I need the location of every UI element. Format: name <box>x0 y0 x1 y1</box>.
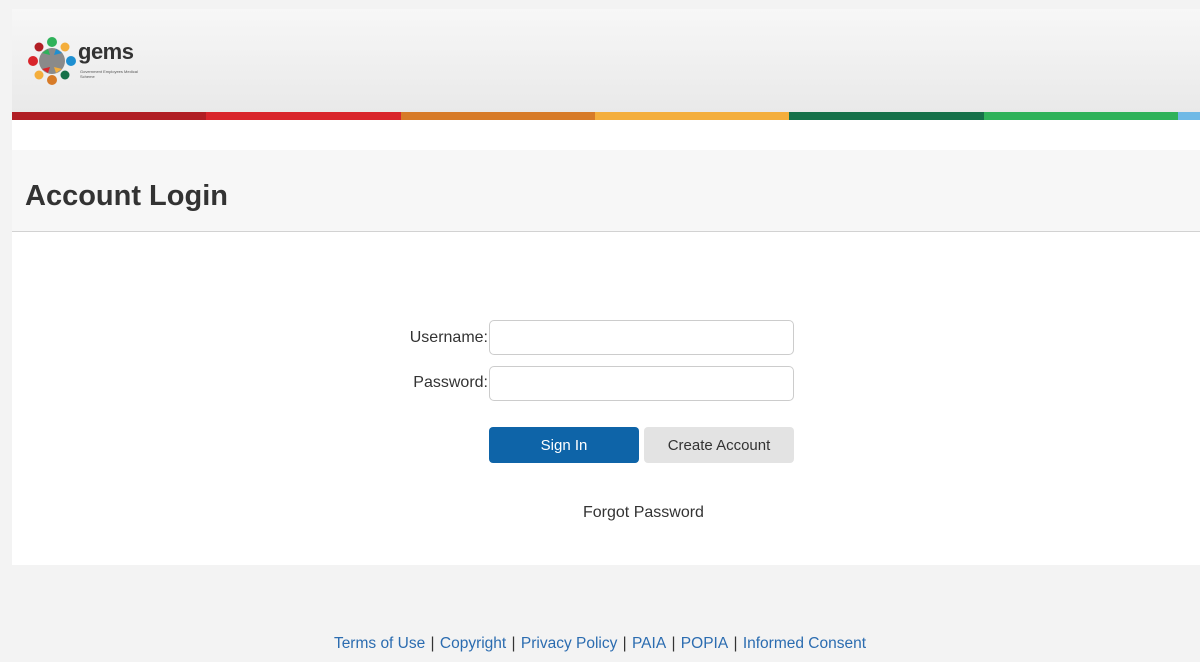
color-stripe-segment <box>594 112 790 120</box>
logo-text: gems <box>78 39 134 64</box>
footer-links: Terms of Use | Copyright | Privacy Polic… <box>0 635 1200 653</box>
username-input[interactable] <box>489 320 794 355</box>
username-label: Username: <box>409 329 488 346</box>
footer-link-copyright[interactable]: Copyright <box>440 635 506 652</box>
footer-separator: | <box>618 635 631 652</box>
site-header: gems Government Employees Medical Scheme <box>12 9 1200 112</box>
footer-link-paia[interactable]: PAIA <box>632 635 666 652</box>
color-stripe-segment <box>400 112 595 120</box>
footer-separator: | <box>667 635 680 652</box>
header-spacer <box>12 120 1200 150</box>
color-stripe-segment <box>789 112 984 120</box>
page-title: Account Login <box>25 180 228 212</box>
password-input[interactable] <box>489 366 794 401</box>
color-stripe-segment <box>983 112 1178 120</box>
footer-link-privacy-policy[interactable]: Privacy Policy <box>521 635 617 652</box>
footer-link-informed-consent[interactable]: Informed Consent <box>743 635 866 652</box>
color-stripe-segment <box>1177 112 1200 120</box>
gems-logo[interactable]: gems Government Employees Medical Scheme <box>28 37 178 89</box>
footer-separator: | <box>426 635 439 652</box>
footer-separator: | <box>729 635 742 652</box>
logo-subtitle: Government Employees Medical Scheme <box>80 69 138 79</box>
title-bar: Account Login <box>12 150 1200 232</box>
footer-separator: | <box>507 635 520 652</box>
forgot-password-link[interactable]: Forgot Password <box>583 504 704 522</box>
login-panel: Username: Password: Sign In Create Accou… <box>12 232 1200 565</box>
gems-logo-icon <box>28 37 76 85</box>
color-stripe-bar <box>12 112 1200 120</box>
sign-in-button[interactable]: Sign In <box>489 427 639 463</box>
password-label: Password: <box>413 374 488 391</box>
footer-link-popia[interactable]: POPIA <box>681 635 728 652</box>
create-account-button[interactable]: Create Account <box>644 427 794 463</box>
footer-link-terms-of-use[interactable]: Terms of Use <box>334 635 425 652</box>
color-stripe-segment <box>206 112 401 120</box>
color-stripe-segment <box>12 112 207 120</box>
